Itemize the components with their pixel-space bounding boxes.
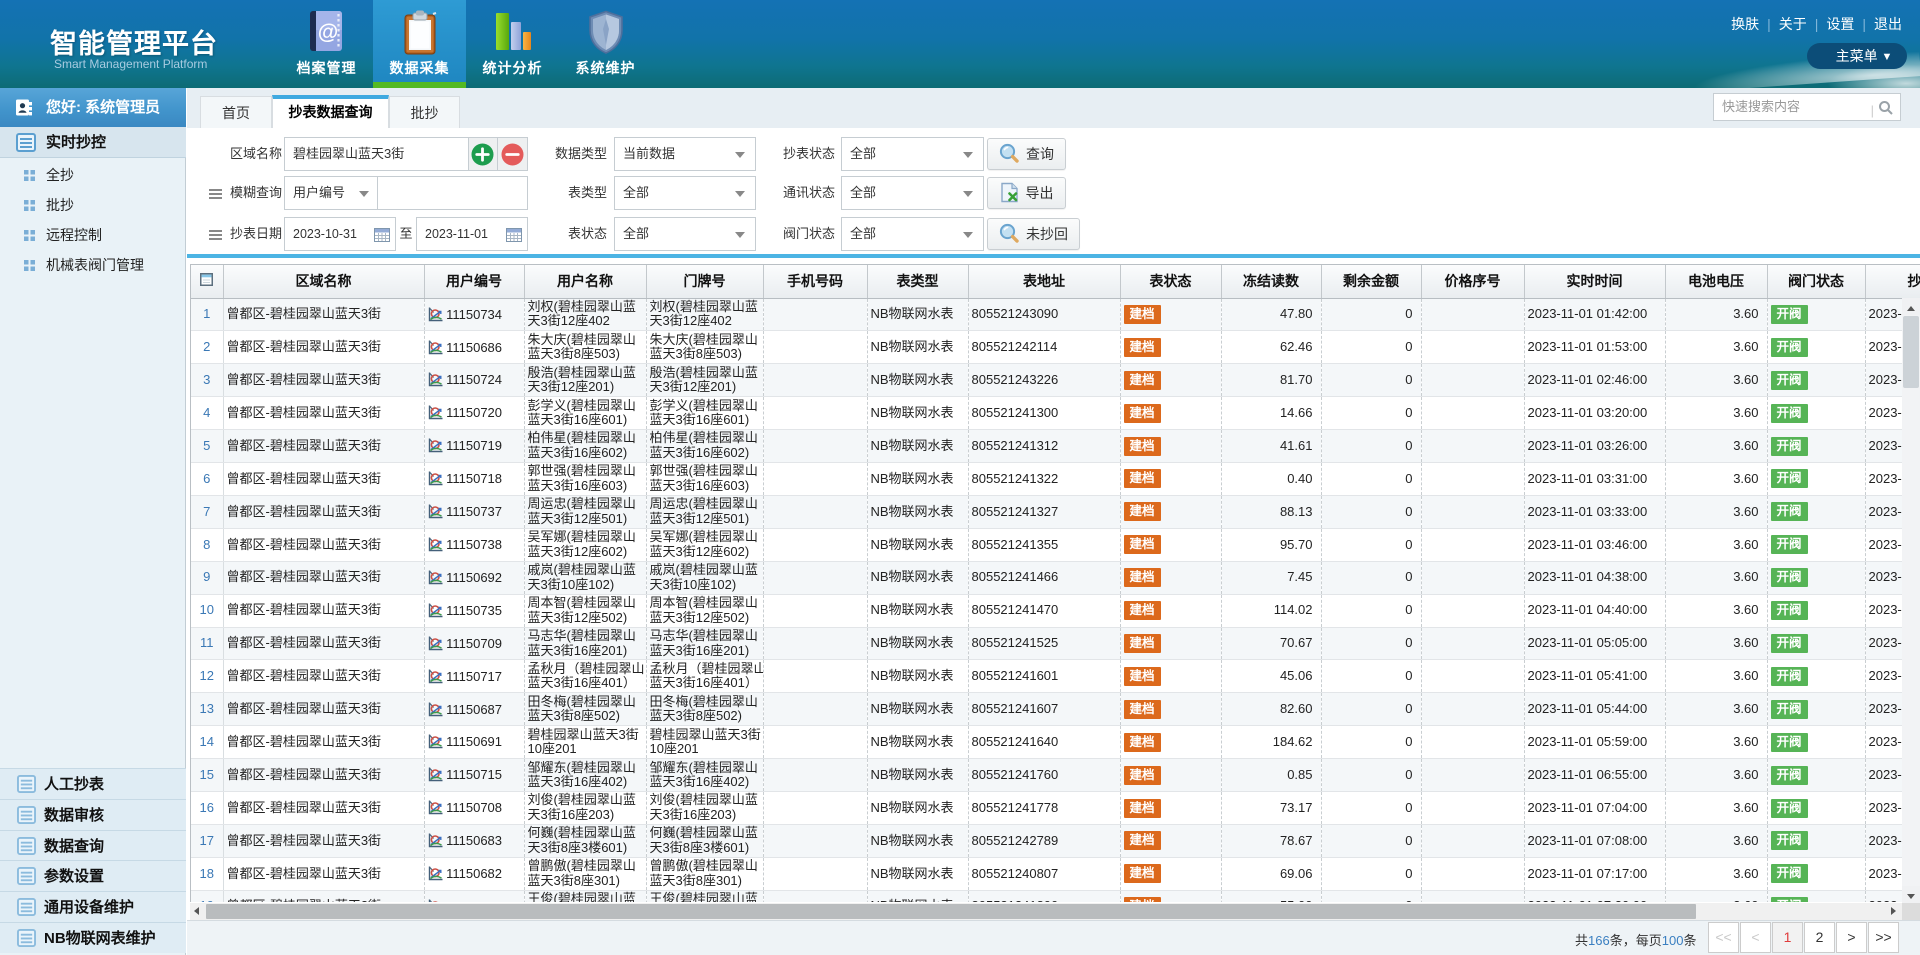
svg-text:@: @ [318, 21, 338, 44]
